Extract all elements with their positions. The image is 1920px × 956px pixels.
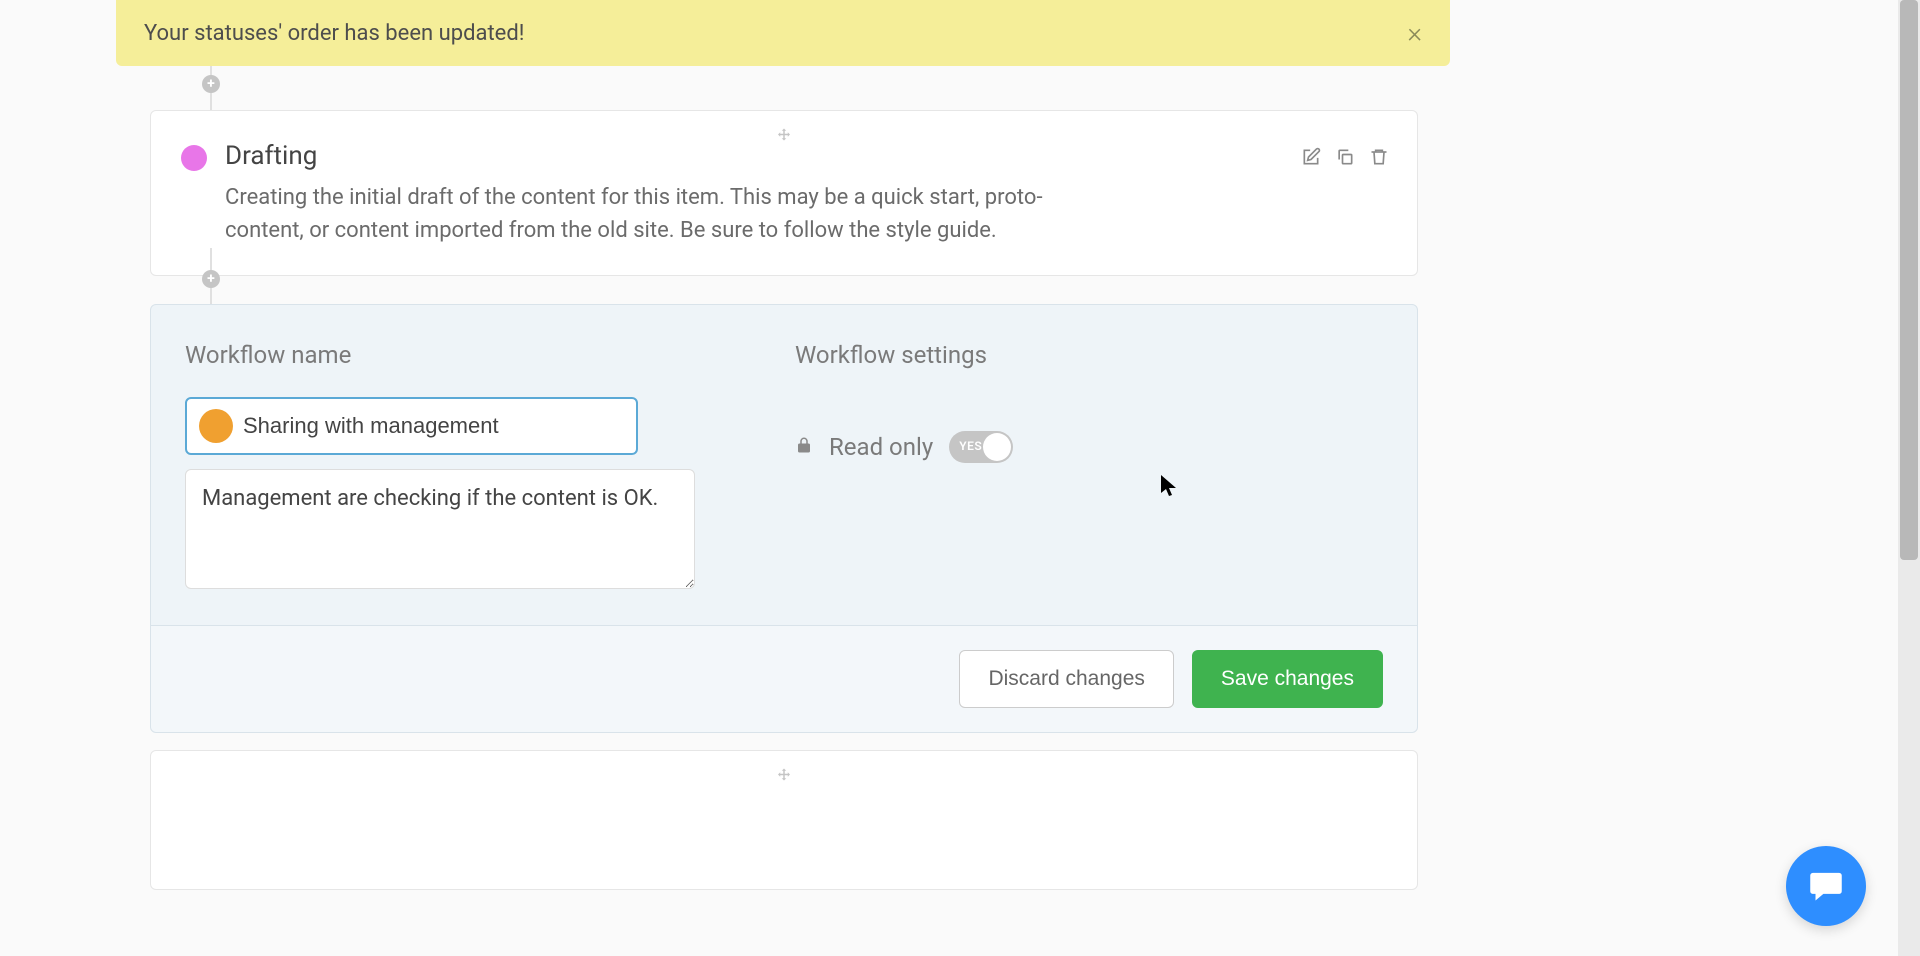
readonly-toggle[interactable]: YES: [949, 431, 1013, 463]
add-status-button[interactable]: +: [202, 270, 220, 288]
discard-button[interactable]: Discard changes: [959, 650, 1173, 708]
readonly-label: Read only: [829, 433, 933, 461]
editor-footer: Discard changes Save changes: [151, 625, 1417, 732]
scrollbar-track[interactable]: [1898, 0, 1920, 956]
status-card-drafting: Drafting Creating the initial draft of t…: [150, 110, 1418, 276]
status-color-dot[interactable]: [199, 409, 233, 443]
edit-icon[interactable]: [1301, 147, 1321, 167]
alert-message: Your statuses' order has been updated!: [144, 21, 524, 46]
lock-icon: [795, 436, 813, 458]
status-color-dot: [181, 145, 207, 171]
move-icon[interactable]: [775, 766, 793, 790]
status-editor-panel: Workflow name Workflow settings Read onl…: [150, 304, 1418, 733]
add-status-button[interactable]: +: [202, 75, 220, 93]
move-icon[interactable]: [775, 126, 793, 150]
close-icon[interactable]: ×: [1407, 19, 1422, 47]
toggle-state-label: YES: [959, 439, 982, 453]
alert-banner: Your statuses' order has been updated! ×: [116, 0, 1450, 66]
status-title: Drafting: [225, 141, 1381, 171]
chat-button[interactable]: [1786, 846, 1866, 926]
copy-icon[interactable]: [1335, 147, 1355, 167]
workflow-settings-label: Workflow settings: [795, 341, 1383, 369]
toggle-knob: [983, 433, 1011, 461]
workflow-description-input[interactable]: [185, 469, 695, 589]
workflow-name-label: Workflow name: [185, 341, 695, 369]
status-description: Creating the initial draft of the conten…: [225, 181, 1075, 247]
scrollbar-thumb[interactable]: [1900, 0, 1918, 560]
workflow-name-input-wrap[interactable]: [185, 397, 638, 455]
card-actions: [1301, 147, 1389, 167]
delete-icon[interactable]: [1369, 147, 1389, 167]
workflow-name-input[interactable]: [243, 413, 624, 439]
save-button[interactable]: Save changes: [1192, 650, 1383, 708]
status-card: [150, 750, 1418, 890]
